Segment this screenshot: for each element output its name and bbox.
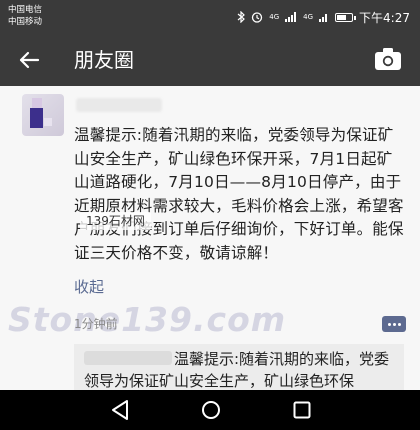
page-title: 朋友圈 <box>74 48 134 72</box>
nav-home-icon[interactable] <box>201 400 221 420</box>
status-icons: 4G 4G 下午4:27 <box>237 9 410 25</box>
comment-menu-icon[interactable] <box>382 316 406 332</box>
moments-feed: 温馨提示:随着汛期的来临，党委领导为保证矿山安全生产，矿山绿色环保开采，7月1日… <box>0 86 420 390</box>
avatar[interactable] <box>22 94 64 136</box>
carrier-1: 中国电信 <box>8 5 43 15</box>
network-type: 4G <box>269 12 280 21</box>
signal-icon-2 <box>319 12 329 22</box>
collapse-link[interactable]: 收起 <box>74 276 104 297</box>
alarm-icon <box>251 11 263 23</box>
android-nav-bar <box>0 390 420 430</box>
battery-icon <box>335 12 357 22</box>
status-bar: 中国电信 中国移动 4G 4G 下午4:27 <box>0 0 420 34</box>
carrier-2: 中国移动 <box>8 17 43 27</box>
clock: 下午4:27 <box>359 10 410 25</box>
forward-card[interactable]: 温馨提示:随着汛期的来临，党委领导为保证矿山安全生产，矿山绿色环保 <box>74 344 404 390</box>
nav-recent-icon[interactable] <box>293 401 311 419</box>
app-bar: 朋友圈 <box>0 34 420 86</box>
bluetooth-icon <box>237 11 246 23</box>
nav-back-icon[interactable] <box>110 399 130 421</box>
signal-icon-1 <box>285 12 297 22</box>
back-arrow-icon[interactable] <box>18 49 40 71</box>
forward-text: 温馨提示:随着汛期的来临，党委领导为保证矿山安全生产，矿山绿色环保 <box>84 350 390 390</box>
watermark-big: Stone139.com <box>8 300 287 339</box>
post-text: 温馨提示:随着汛期的来临，党委领导为保证矿山安全生产，矿山绿色环保开采，7月1日… <box>74 126 404 262</box>
watermark-small: 139石材网 <box>80 212 151 230</box>
camera-icon[interactable] <box>374 47 402 71</box>
network-type-2: 4G <box>303 12 314 21</box>
username-blurred[interactable] <box>76 98 162 112</box>
post-timestamp: 1分钟前 <box>74 317 118 331</box>
